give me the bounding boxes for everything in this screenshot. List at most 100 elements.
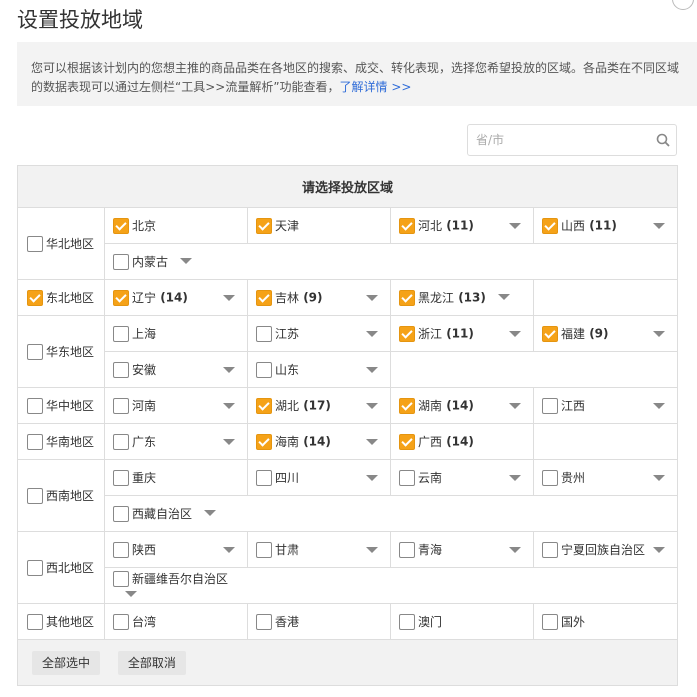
province-cell[interactable]: 江西 <box>532 387 679 424</box>
chevron-down-icon[interactable] <box>509 403 521 409</box>
province-checkbox[interactable] <box>113 397 129 414</box>
province-checkbox[interactable] <box>542 541 558 558</box>
chevron-down-icon[interactable] <box>366 295 378 301</box>
province-checkbox[interactable] <box>113 289 129 306</box>
region-cell[interactable]: 其他地区 <box>17 603 105 640</box>
region-cell[interactable]: 华南地区 <box>17 423 105 460</box>
chevron-down-icon[interactable] <box>366 331 378 337</box>
province-checkbox[interactable] <box>113 505 129 522</box>
region-cell[interactable]: 西南地区 <box>17 459 105 532</box>
province-cell[interactable]: 湖北 (17) <box>247 387 391 424</box>
province-cell[interactable]: 重庆 <box>104 459 248 496</box>
chevron-down-icon[interactable] <box>653 331 666 337</box>
chevron-down-icon[interactable] <box>509 547 521 553</box>
province-checkbox[interactable] <box>256 469 272 486</box>
province-cell[interactable]: 西藏自治区 <box>104 495 248 532</box>
province-checkbox[interactable] <box>399 613 415 630</box>
chevron-down-icon[interactable] <box>366 403 378 409</box>
search-icon[interactable] <box>656 133 670 147</box>
province-cell[interactable]: 内蒙古 <box>104 243 248 280</box>
region-cell[interactable]: 华北地区 <box>17 207 105 280</box>
province-cell[interactable]: 河南 <box>104 387 248 424</box>
province-checkbox[interactable] <box>256 361 272 378</box>
chevron-down-icon[interactable] <box>509 223 521 229</box>
chevron-down-icon[interactable] <box>366 475 378 481</box>
province-checkbox[interactable] <box>256 289 272 306</box>
province-checkbox[interactable] <box>113 570 129 587</box>
chevron-down-icon[interactable] <box>366 439 378 445</box>
province-checkbox[interactable] <box>113 361 129 378</box>
chevron-down-icon[interactable] <box>180 257 193 264</box>
learn-more-link[interactable]: 了解详情 >> <box>340 80 412 94</box>
chevron-down-icon[interactable] <box>653 547 666 553</box>
province-checkbox[interactable] <box>256 613 272 630</box>
province-cell[interactable]: 安徽 <box>104 351 248 388</box>
province-checkbox[interactable] <box>113 613 129 630</box>
chevron-down-icon[interactable] <box>497 293 510 300</box>
province-checkbox[interactable] <box>542 397 558 414</box>
region-checkbox[interactable] <box>27 343 43 360</box>
search-input[interactable] <box>476 131 646 149</box>
province-checkbox[interactable] <box>256 433 272 450</box>
province-checkbox[interactable] <box>399 217 415 234</box>
chevron-down-icon[interactable] <box>509 475 521 481</box>
chevron-down-icon[interactable] <box>223 367 235 373</box>
province-checkbox[interactable] <box>113 325 129 342</box>
province-cell[interactable]: 福建 (9) <box>532 315 679 352</box>
chevron-down-icon[interactable] <box>366 547 378 553</box>
province-cell[interactable]: 江苏 <box>247 315 391 352</box>
region-checkbox[interactable] <box>27 397 43 414</box>
province-checkbox[interactable] <box>256 541 272 558</box>
chevron-down-icon[interactable] <box>366 367 378 373</box>
province-checkbox[interactable] <box>542 613 558 630</box>
province-cell[interactable]: 甘肃 <box>247 531 391 568</box>
province-checkbox[interactable] <box>113 469 129 486</box>
deselect-all-button[interactable]: 全部取消 <box>117 650 186 675</box>
region-checkbox[interactable] <box>27 235 43 252</box>
province-cell[interactable]: 台湾 <box>104 603 248 640</box>
province-checkbox[interactable] <box>113 217 129 234</box>
province-cell[interactable]: 黑龙江 (13) <box>390 279 534 316</box>
province-cell[interactable]: 贵州 <box>532 459 679 496</box>
province-checkbox[interactable] <box>256 217 272 234</box>
province-cell[interactable]: 国外 <box>532 603 679 640</box>
province-checkbox[interactable] <box>399 541 415 558</box>
province-cell[interactable]: 湖南 (14) <box>390 387 534 424</box>
chevron-down-icon[interactable] <box>223 439 235 445</box>
province-checkbox[interactable] <box>399 469 415 486</box>
province-cell[interactable]: 北京 <box>104 207 248 244</box>
region-checkbox[interactable] <box>27 613 43 630</box>
province-cell[interactable]: 青海 <box>390 531 534 568</box>
province-checkbox[interactable] <box>113 541 129 558</box>
province-checkbox[interactable] <box>256 325 272 342</box>
province-cell[interactable]: 山西 (11) <box>532 207 679 244</box>
province-cell[interactable]: 新疆维吾尔自治区 <box>104 567 248 604</box>
province-cell[interactable]: 河北 (11) <box>390 207 534 244</box>
region-checkbox[interactable] <box>27 289 43 306</box>
province-cell[interactable]: 广西 (14) <box>390 423 534 460</box>
chevron-down-icon[interactable] <box>223 547 235 553</box>
select-all-button[interactable]: 全部选中 <box>32 650 101 675</box>
region-checkbox[interactable] <box>27 433 43 450</box>
province-cell[interactable]: 浙江 (11) <box>390 315 534 352</box>
province-cell[interactable]: 海南 (14) <box>247 423 391 460</box>
region-checkbox[interactable] <box>27 487 43 504</box>
province-cell[interactable]: 云南 <box>390 459 534 496</box>
province-cell[interactable]: 宁夏回族自治区 <box>532 531 679 568</box>
chevron-down-icon[interactable] <box>223 295 235 301</box>
region-cell[interactable]: 西北地区 <box>17 531 105 604</box>
province-checkbox[interactable] <box>542 325 558 342</box>
region-cell[interactable]: 华东地区 <box>17 315 105 388</box>
province-cell[interactable]: 澳门 <box>390 603 534 640</box>
province-cell[interactable]: 山东 <box>247 351 391 388</box>
province-checkbox[interactable] <box>113 433 129 450</box>
province-cell[interactable]: 上海 <box>104 315 248 352</box>
chevron-down-icon[interactable] <box>653 223 666 229</box>
chevron-down-icon[interactable] <box>653 403 666 409</box>
province-checkbox[interactable] <box>399 397 415 414</box>
chevron-down-icon[interactable] <box>223 403 235 409</box>
chevron-down-icon[interactable] <box>653 475 666 481</box>
region-cell[interactable]: 东北地区 <box>17 279 105 316</box>
province-checkbox[interactable] <box>399 325 415 342</box>
chevron-down-icon[interactable] <box>125 590 137 597</box>
